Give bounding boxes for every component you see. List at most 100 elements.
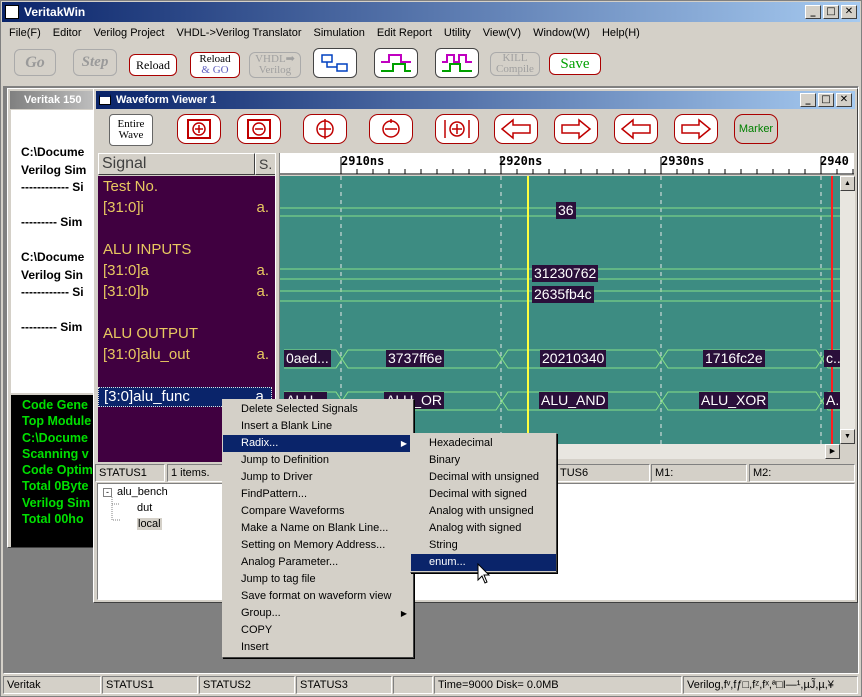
zoom-in-button[interactable] bbox=[303, 114, 347, 144]
signal-row[interactable]: [31:0]a a. bbox=[98, 262, 272, 282]
arrow-right-icon bbox=[561, 118, 592, 140]
maximize-icon[interactable]: □ bbox=[823, 5, 839, 19]
menu-item[interactable]: VHDL->Verilog Translator bbox=[170, 27, 307, 39]
context-menu-item[interactable]: Insert a Blank Line bbox=[223, 418, 413, 435]
radix-menu-item[interactable]: Decimal with signed bbox=[411, 486, 556, 503]
menu-item[interactable]: Verilog Project bbox=[88, 27, 171, 39]
signal-row[interactable]: ALU INPUTS bbox=[98, 241, 272, 261]
context-menu-item[interactable]: Setting on Memory Address... bbox=[223, 537, 413, 554]
waveform-green-icon bbox=[381, 54, 411, 72]
context-menu-item[interactable]: Analog Parameter... bbox=[223, 554, 413, 571]
menu-item[interactable]: File(F) bbox=[3, 27, 47, 39]
scroll-up-icon[interactable]: ▲ bbox=[840, 176, 855, 191]
context-menu-item[interactable]: FindPattern... bbox=[223, 486, 413, 503]
prev-marker-button[interactable] bbox=[614, 114, 658, 144]
context-menu-item[interactable]: COPY bbox=[223, 622, 413, 639]
submenu-arrow-icon: ▶ bbox=[400, 609, 407, 618]
radix-menu-label: Binary bbox=[429, 454, 461, 466]
radix-header[interactable]: S. bbox=[255, 153, 276, 175]
signal-row[interactable]: [31:0]b a. bbox=[98, 283, 272, 303]
kill-compile-button[interactable]: KILL Compile bbox=[490, 52, 540, 76]
context-menu-item[interactable]: Jump to tag file bbox=[223, 571, 413, 588]
zoom-fit-cursor-button[interactable] bbox=[435, 114, 479, 144]
menu-item[interactable]: Help(H) bbox=[596, 27, 646, 39]
context-menu-label: FindPattern... bbox=[241, 488, 308, 500]
zoom-out-button[interactable] bbox=[369, 114, 413, 144]
entire-wave-button[interactable]: Entire Wave bbox=[109, 114, 153, 146]
wave-status-6: TUS6 bbox=[556, 464, 650, 482]
context-menu-item[interactable]: Make a Name on Blank Line... bbox=[223, 520, 413, 537]
context-menu-item[interactable]: Group... ▶ bbox=[223, 605, 413, 622]
time-tick-label: 2940 bbox=[820, 154, 849, 168]
waveform-titlebar: Waveform Viewer 1 _ □ ✕ bbox=[96, 91, 855, 109]
context-menu-item[interactable]: Radix... ▶ bbox=[223, 435, 413, 452]
save-button[interactable]: Save bbox=[549, 53, 601, 75]
radix-menu-item[interactable]: Analog with signed bbox=[411, 520, 556, 537]
signal-row[interactable]: Test No. bbox=[98, 178, 272, 198]
close-icon[interactable]: ✕ bbox=[841, 5, 857, 19]
waveform-magenta-button[interactable] bbox=[435, 48, 479, 78]
menu-item[interactable]: Utility bbox=[438, 27, 477, 39]
signal-name: [31:0]a bbox=[103, 262, 149, 279]
context-menu-label: Save format on waveform view bbox=[241, 590, 392, 602]
context-menu-item[interactable]: Delete Selected Signals bbox=[223, 401, 413, 418]
waveform-vscrollbar[interactable]: ▲ ▼ bbox=[840, 176, 855, 444]
prev-edge-button[interactable] bbox=[494, 114, 538, 144]
vhdl-verilog-button[interactable]: VHDL➡ Verilog bbox=[249, 52, 301, 78]
arrow-right-icon bbox=[681, 118, 712, 140]
minimize-icon[interactable]: _ bbox=[805, 5, 821, 19]
radix-header-label: S. bbox=[259, 156, 273, 172]
zoom-in-box-button[interactable] bbox=[177, 114, 221, 144]
scroll-right-icon[interactable]: ▶ bbox=[825, 444, 840, 459]
signal-row[interactable]: [31:0]alu_out a. bbox=[98, 346, 272, 366]
console-line: --------- Sim bbox=[21, 320, 83, 334]
context-menu-item[interactable]: Insert bbox=[223, 639, 413, 656]
radix-menu-item[interactable]: String bbox=[411, 537, 556, 554]
signal-row[interactable]: [31:0]i a. bbox=[98, 199, 272, 219]
hierarchy-button[interactable] bbox=[313, 48, 357, 78]
menu-item[interactable]: Simulation bbox=[308, 27, 371, 39]
context-menu-item[interactable]: Jump to Definition bbox=[223, 452, 413, 469]
wave-maximize-icon[interactable]: □ bbox=[818, 93, 834, 107]
radix-menu-item[interactable]: Decimal with unsigned bbox=[411, 469, 556, 486]
menu-item[interactable]: View(V) bbox=[477, 27, 527, 39]
context-menu-label: COPY bbox=[241, 624, 273, 636]
next-marker-button[interactable] bbox=[674, 114, 718, 144]
context-menu-item[interactable]: Save format on waveform view bbox=[223, 588, 413, 605]
scroll-down-icon[interactable]: ▼ bbox=[840, 429, 855, 444]
reload-button[interactable]: Reload bbox=[129, 54, 177, 76]
go-button[interactable]: Go bbox=[14, 49, 56, 76]
tree-item-root[interactable]: alu_bench bbox=[117, 486, 168, 498]
signal-row[interactable] bbox=[98, 367, 272, 387]
context-menu-item[interactable]: Compare Waveforms bbox=[223, 503, 413, 520]
radix-menu-item[interactable]: Binary bbox=[411, 452, 556, 469]
tree-item-dut[interactable]: dut bbox=[137, 502, 152, 514]
value-alu-out: c.. bbox=[824, 350, 840, 367]
menu-item[interactable]: Edit Report bbox=[371, 27, 438, 39]
tree-item-local[interactable]: local bbox=[137, 518, 162, 530]
radix-menu-item[interactable]: Analog with unsigned bbox=[411, 503, 556, 520]
wave-status-m2: M2: bbox=[749, 464, 855, 482]
context-menu-label: Insert a Blank Line bbox=[241, 420, 333, 432]
signal-row[interactable] bbox=[98, 304, 272, 324]
radix-menu-item[interactable]: Hexadecimal bbox=[411, 435, 556, 452]
signal-header[interactable]: Signal bbox=[98, 153, 255, 175]
reload-go-button[interactable]: Reload & GO bbox=[190, 52, 240, 78]
signal-row[interactable] bbox=[98, 220, 272, 240]
menu-item[interactable]: Editor bbox=[47, 27, 88, 39]
signal-row[interactable]: ALU OUTPUT bbox=[98, 325, 272, 345]
marker-button[interactable]: Marker bbox=[734, 114, 778, 144]
tree-collapse-icon[interactable]: - bbox=[103, 488, 112, 497]
signal-name: [3:0]alu_func bbox=[104, 388, 190, 405]
step-button[interactable]: Step bbox=[73, 49, 117, 76]
wave-minimize-icon[interactable]: _ bbox=[800, 93, 816, 107]
menu-item[interactable]: Window(W) bbox=[527, 27, 596, 39]
wave-close-icon[interactable]: ✕ bbox=[836, 93, 852, 107]
signal-name: [31:0]b bbox=[103, 283, 149, 300]
next-edge-button[interactable] bbox=[554, 114, 598, 144]
waveform-green-button[interactable] bbox=[374, 48, 418, 78]
radix-menu-label: Decimal with unsigned bbox=[429, 471, 540, 483]
context-menu-item[interactable]: Jump to Driver bbox=[223, 469, 413, 486]
zoom-out-box-button[interactable] bbox=[237, 114, 281, 144]
